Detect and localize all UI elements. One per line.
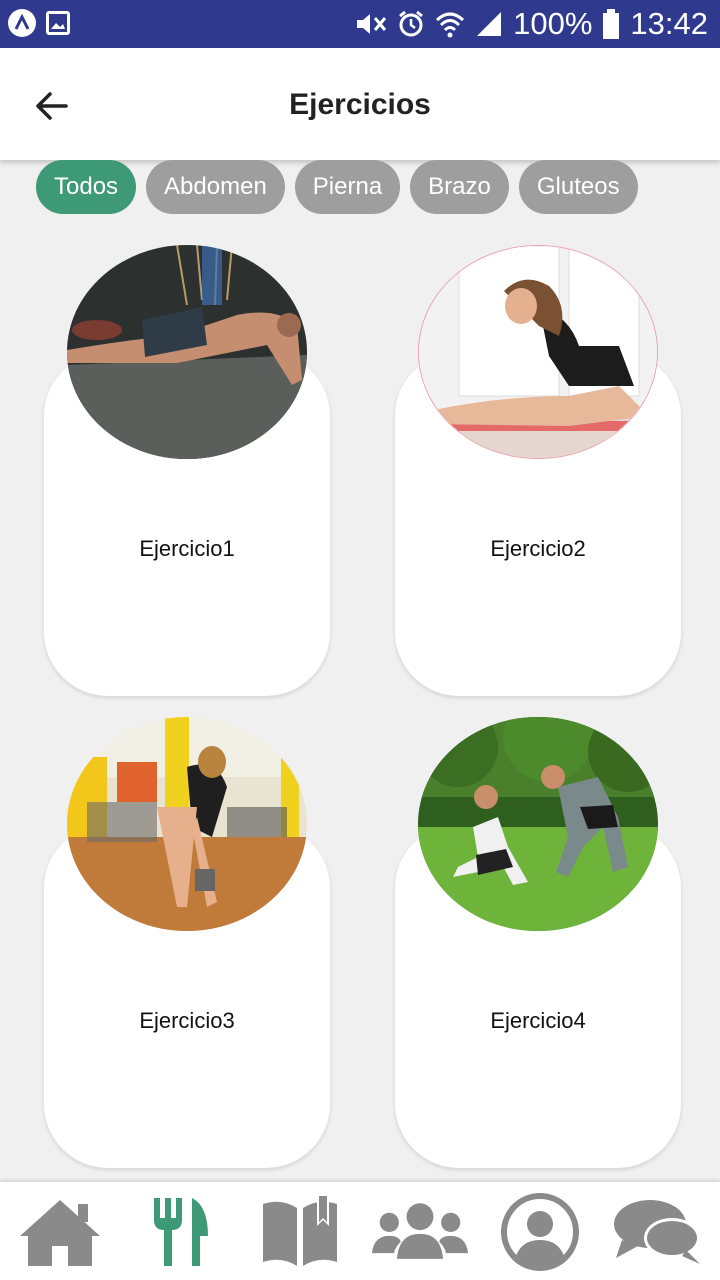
nav-profile[interactable] <box>492 1192 588 1272</box>
image-icon <box>46 11 70 35</box>
mute-icon <box>357 14 387 34</box>
clock: 13:42 <box>630 6 708 41</box>
book-icon <box>263 1196 337 1266</box>
filter-chip-pierna[interactable]: Pierna <box>294 160 401 214</box>
status-bar: 100% 13:42 <box>0 0 720 48</box>
wifi-icon <box>436 12 465 38</box>
app-bar: Ejercicios <box>0 48 720 160</box>
battery-icon <box>603 9 620 39</box>
exercise-label: Ejercicio3 <box>139 1008 235 1033</box>
app-icon <box>8 9 36 37</box>
filter-chip-abdomen[interactable]: Abdomen <box>146 160 285 214</box>
nav-messages[interactable] <box>610 1192 706 1272</box>
exercise-image-park-stretching[interactable] <box>418 717 658 931</box>
exercise-label: Ejercicio2 <box>490 536 586 561</box>
exercise-image-push-up[interactable] <box>67 245 307 459</box>
bottom-navigation <box>0 1182 720 1280</box>
chat-icon <box>614 1200 700 1264</box>
nav-nutrition[interactable] <box>132 1192 228 1272</box>
home-icon <box>20 1200 100 1266</box>
nav-library[interactable] <box>252 1192 348 1272</box>
fork-knife-icon <box>154 1198 208 1266</box>
users-icon <box>372 1203 468 1259</box>
exercise-label: Ejercicio4 <box>490 1008 586 1033</box>
profile-icon <box>501 1193 579 1271</box>
exercise-image-gym-deadlift[interactable] <box>67 717 307 931</box>
signal-icon <box>477 12 502 36</box>
filter-chip-brazo[interactable]: Brazo <box>410 160 509 214</box>
nav-home[interactable] <box>12 1192 108 1272</box>
page-title: Ejercicios <box>289 88 431 121</box>
alarm-icon <box>399 10 424 37</box>
nav-community[interactable] <box>372 1192 468 1272</box>
filter-chip-todos[interactable]: Todos <box>36 160 137 214</box>
exercise-label: Ejercicio1 <box>139 536 235 561</box>
exercise-image-stretching[interactable] <box>418 245 658 459</box>
filter-chip-gluteos[interactable]: Gluteos <box>518 160 638 214</box>
battery-text: 100% <box>513 6 593 41</box>
filter-chips: Todos Abdomen Pierna Brazo Gluteos <box>36 160 638 214</box>
